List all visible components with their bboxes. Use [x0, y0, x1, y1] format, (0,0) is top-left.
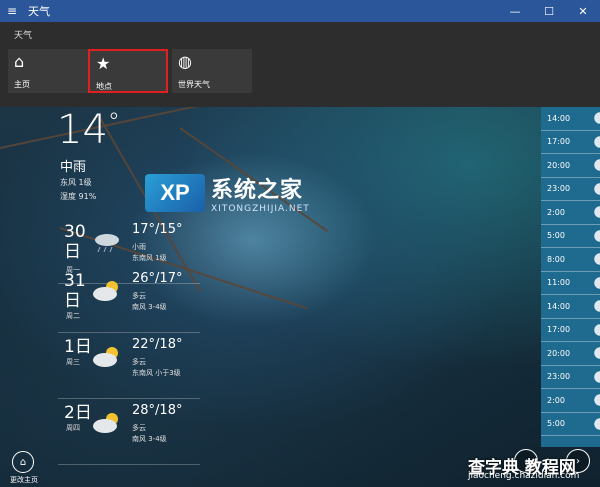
forecast-condition: 多云 [132, 292, 146, 300]
cloud-icon [592, 206, 600, 219]
chevron-right-icon: › [576, 455, 580, 467]
current-humidity: 湿度 91% [60, 192, 97, 201]
hourly-row[interactable]: 14:00 [541, 107, 600, 131]
nav-item-home[interactable]: ⌂ 主页 [8, 49, 88, 93]
nav-item-label: 主页 [14, 80, 30, 89]
close-icon[interactable]: ✕ [566, 0, 600, 22]
hourly-row[interactable]: 2:00 [541, 389, 600, 413]
maximize-icon[interactable]: ☐ [532, 0, 566, 22]
forecast-date: 30 日 [64, 222, 86, 262]
cloud-icon [592, 135, 600, 148]
partly-cloudy-icon [92, 411, 122, 435]
nav-item-label: 世界天气 [178, 80, 210, 89]
cloud-icon [592, 276, 600, 289]
hourly-row[interactable]: 17:00 [541, 131, 600, 154]
forecast-condition: 多云 [132, 424, 146, 432]
current-condition: 中雨 [60, 160, 87, 175]
partly-cloudy-icon [92, 279, 122, 303]
partly-cloudy-icon [92, 345, 122, 369]
cloud-icon [592, 323, 600, 336]
hourly-row[interactable]: 20:00 [541, 342, 600, 366]
globe-icon: ◍ [178, 52, 192, 71]
cloud-icon [592, 370, 600, 383]
forecast-hilo: 26°/17° [132, 271, 183, 286]
watermark-title: 系统之家 [211, 178, 304, 203]
hourly-row[interactable]: 17:00 [541, 319, 600, 342]
star-icon: ★ [96, 54, 111, 73]
hourly-row[interactable]: 2:00 [541, 201, 600, 225]
home-icon: ⌂ [14, 52, 25, 71]
hourly-row[interactable]: 23:00 [541, 178, 600, 201]
minimize-icon[interactable]: — [498, 0, 532, 22]
forecast-condition: 多云 [132, 358, 146, 366]
hourly-row[interactable]: 11:00 [541, 272, 600, 295]
weather-main: 14° 中雨 东风 1级 湿度 91% XP 系统之家 XITONGZHIJIA… [0, 107, 600, 487]
forecast-day[interactable]: 1日 周三 22°/18° 多云 东南风 小于3级 [58, 333, 200, 399]
forecast-date: 1日 [64, 337, 92, 357]
hourly-row[interactable]: 5:00 [541, 413, 600, 436]
nav-item-places[interactable]: ★ 地点 [88, 49, 168, 93]
forecast-wind: 南风 3-4级 [132, 435, 167, 443]
forecast-weekday: 周二 [66, 312, 80, 320]
forecast-weekday: 周三 [66, 358, 80, 366]
cloud-icon [592, 182, 600, 195]
forecast-date: 31 日 [64, 271, 86, 311]
home-icon: ⌂ [19, 456, 27, 468]
title-bar: ≡ 天气 — ☐ ✕ [0, 0, 600, 22]
cloud-icon [592, 347, 600, 360]
cloud-icon [592, 159, 600, 172]
watermark-logo: XP 系统之家 XITONGZHIJIA.NET [145, 172, 310, 214]
hourly-row[interactable]: 14:00 [541, 295, 600, 319]
current-temperature: 14° [57, 107, 120, 153]
cloud-icon [592, 112, 600, 125]
nav-item-world-weather[interactable]: ◍ 世界天气 [172, 49, 252, 93]
forecast-date: 2日 [64, 403, 92, 423]
change-home-button[interactable]: ⌂ [12, 451, 34, 473]
forecast-wind: 东南风 小于3级 [132, 369, 181, 377]
hourly-row[interactable]: 23:00 [541, 366, 600, 389]
hourly-row[interactable]: 5:00 [541, 225, 600, 248]
forecast-condition: 小雨 [132, 243, 146, 251]
hourly-row[interactable]: 8:00 [541, 248, 600, 272]
cloud-icon [592, 394, 600, 407]
forecast-day[interactable]: 2日 周四 28°/18° 多云 南风 3-4级 [58, 399, 200, 465]
nav-strip: 天气 ⌂ 主页 ★ 地点 ◍ 世界天气 [0, 22, 600, 107]
forecast-hilo: 22°/18° [132, 337, 183, 352]
app-title: 天气 [14, 31, 33, 41]
forecast-wind: 东南风 1级 [132, 254, 167, 262]
window-title: 天气 [28, 5, 50, 18]
cloud-icon [592, 417, 600, 430]
cloud-icon [592, 300, 600, 313]
watermark-badge: XP [145, 174, 205, 212]
forecast-day[interactable]: 31 日 周二 26°/17° 多云 南风 3-4级 [58, 267, 200, 333]
hourly-forecast[interactable]: 14:00 17:00 20:00 23:00 2:00 5:00 8:00 1… [541, 107, 600, 447]
forecast-hilo: 17°/15° [132, 222, 183, 237]
forecast-wind: 南风 3-4级 [132, 303, 167, 311]
cloud-icon [592, 253, 600, 266]
weather-app: ≡ 天气 — ☐ ✕ 天气 ⌂ 主页 ★ 地点 ◍ 世界天气 14° 中雨 东风… [0, 0, 600, 487]
hourly-row[interactable]: 20:00 [541, 154, 600, 178]
cloud-icon [592, 229, 600, 242]
rain-icon [92, 230, 122, 254]
nav-item-label: 地点 [96, 82, 112, 91]
current-wind: 东风 1级 [60, 178, 92, 187]
hamburger-icon[interactable]: ≡ [0, 0, 24, 22]
watermark-sub: XITONGZHIJIA.NET [211, 204, 310, 214]
watermark-site-url: jiaocheng.chazidian.com [468, 471, 580, 481]
forecast-hilo: 28°/18° [132, 403, 183, 418]
forecast-weekday: 周四 [66, 424, 80, 432]
change-home-label: 更改主页 [10, 476, 38, 484]
